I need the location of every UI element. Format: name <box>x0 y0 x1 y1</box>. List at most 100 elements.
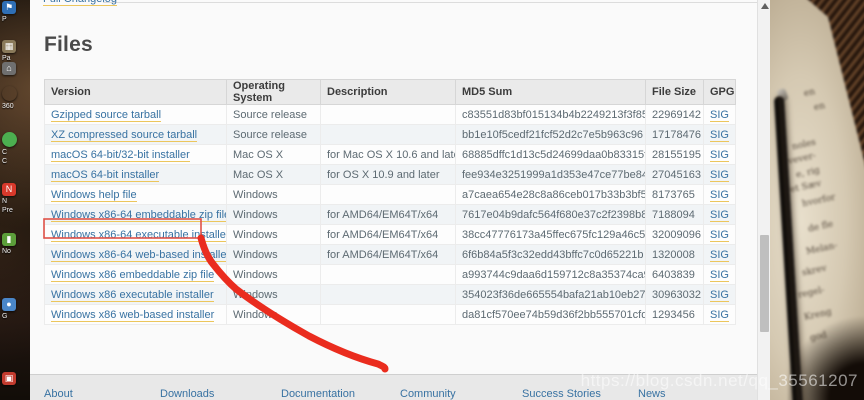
version-link[interactable]: Gzipped source tarball <box>51 109 161 122</box>
footer-link-community[interactable]: Community <box>400 388 456 400</box>
shortcut-netease-icon[interactable]: NN Pre <box>2 183 30 215</box>
table-row: Gzipped source tarball Source release c835… <box>45 105 736 125</box>
version-link[interactable]: Windows x86 executable installer <box>51 289 214 302</box>
shortcut-cloud-icon[interactable]: ●G <box>2 298 30 321</box>
scrollbar-up-arrow-icon[interactable] <box>761 3 769 9</box>
table-row: Windows help fileWindowsa7caea654e28c8a8… <box>45 185 736 205</box>
shortcut-home-icon[interactable]: ⌂ <box>2 62 30 76</box>
browser-content: Full Changelog Files Version Operating S… <box>30 0 770 400</box>
version-cell: Windows help file <box>45 185 227 205</box>
sig-link[interactable]: SIG <box>710 229 729 242</box>
version-cell: Gzipped source tarball <box>45 105 227 125</box>
description-cell <box>321 185 456 205</box>
sig-link[interactable]: SIG <box>710 289 729 302</box>
os-cell: Windows <box>227 305 321 325</box>
sig-link[interactable]: SIG <box>710 149 729 162</box>
version-link[interactable]: Windows x86 web-based installer <box>51 309 214 322</box>
os-cell: Windows <box>227 225 321 245</box>
shortcut-browser-icon[interactable]: C C <box>2 132 30 166</box>
sig-link[interactable]: SIG <box>710 249 729 262</box>
book-photo-inner: enennolesvever-e, riget Sævhvorforde fle… <box>770 0 864 400</box>
horizontal-divider <box>103 2 757 3</box>
gpg-cell: SIG <box>704 185 736 205</box>
version-link[interactable]: macOS 64-bit/32-bit installer <box>51 149 190 162</box>
sig-link[interactable]: SIG <box>710 309 729 322</box>
version-link[interactable]: Windows x86-64 embeddable zip file <box>51 209 227 222</box>
sig-link[interactable]: SIG <box>710 109 729 122</box>
footer-bar: About Downloads Documentation Community Succ… <box>30 374 770 400</box>
sig-link[interactable]: SIG <box>710 189 729 202</box>
version-cell: Windows x86 executable installer <box>45 285 227 305</box>
gpg-cell: SIG <box>704 205 736 225</box>
md5-cell: da81cf570ee74b59d36f2bb555701cfd <box>456 305 646 325</box>
filesize-cell: 8173765 <box>646 185 704 205</box>
shortcut-360-icon[interactable]: 360 <box>2 86 30 111</box>
shortcut-misc-glyph-icon: ▣ <box>2 372 16 385</box>
scrollbar[interactable] <box>757 0 770 400</box>
footer-link-success-stories[interactable]: Success Stories <box>522 388 601 400</box>
table-row: macOS 64-bit installerMac OS Xfor OS X 1… <box>45 165 736 185</box>
description-cell <box>321 105 456 125</box>
column-header-version: Version <box>45 80 227 105</box>
os-cell: Windows <box>227 245 321 265</box>
os-cell: Windows <box>227 265 321 285</box>
column-header-md5: MD5 Sum <box>456 80 646 105</box>
version-cell: macOS 64-bit installer <box>45 165 227 185</box>
footer-link-news[interactable]: News <box>638 388 666 400</box>
filesize-cell: 30963032 <box>646 285 704 305</box>
sig-link[interactable]: SIG <box>710 209 729 222</box>
md5-cell: 38cc47776173a45ffec675fc129a46c5 <box>456 225 646 245</box>
footer-link-about[interactable]: About <box>44 388 73 400</box>
version-link[interactable]: Windows x86-64 executable installer <box>51 229 227 242</box>
filesize-cell: 1320008 <box>646 245 704 265</box>
version-link[interactable]: Windows help file <box>51 189 137 202</box>
desktop-icon-label: C C <box>2 148 30 166</box>
md5-cell: 68885dffc1d13c5d24699daa0b83315f <box>456 145 646 165</box>
shortcut-photo-icon[interactable]: ▦Pa <box>2 40 30 63</box>
description-cell: for AMD64/EM64T/x64 <box>321 245 456 265</box>
md5-cell: 7617e04b9dafc564f680e37c2f2398b8 <box>456 205 646 225</box>
shortcut-flag-icon[interactable]: ⚑P <box>2 1 30 24</box>
version-link[interactable]: XZ compressed source tarball <box>51 129 197 142</box>
full-changelog-link[interactable]: Full Changelog <box>43 0 117 6</box>
table-row: Windows x86 executable installer Windows 3… <box>45 285 736 305</box>
version-link[interactable]: Windows x86 embeddable zip file <box>51 269 214 282</box>
md5-cell: c83551d83bf015134b4b2249213f3f85 <box>456 105 646 125</box>
description-cell <box>321 265 456 285</box>
os-cell: Mac OS X <box>227 165 321 185</box>
gpg-cell: SIG <box>704 105 736 125</box>
version-cell: Windows x86-64 embeddable zip file <box>45 205 227 225</box>
version-cell: Windows x86-64 web-based installer <box>45 245 227 265</box>
version-link[interactable]: macOS 64-bit installer <box>51 169 159 182</box>
os-cell: Windows <box>227 285 321 305</box>
footer-link-documentation[interactable]: Documentation <box>281 388 355 400</box>
description-cell <box>321 125 456 145</box>
os-cell: Source release <box>227 105 321 125</box>
md5-cell: fee934e3251999a1d353e47ce77be84a <box>456 165 646 185</box>
version-cell: Windows x86 embeddable zip file <box>45 265 227 285</box>
table-row: Windows x86 web-based installer Windows da… <box>45 305 736 325</box>
scrollbar-thumb[interactable] <box>760 235 769 332</box>
footer-link-downloads[interactable]: Downloads <box>160 388 214 400</box>
sig-link[interactable]: SIG <box>710 269 729 282</box>
desktop-icon-label: P <box>2 15 30 24</box>
md5-cell: 6f6b84a5f3c32edd43bffc7c0d65221b <box>456 245 646 265</box>
shortcut-misc-icon[interactable]: ▣ <box>2 372 30 386</box>
table-row: XZ compressed source tarball Source relea… <box>45 125 736 145</box>
gpg-cell: SIG <box>704 165 736 185</box>
md5-cell: 354023f36de665554bafa21ab10eb27b <box>456 285 646 305</box>
sig-link[interactable]: SIG <box>710 129 729 142</box>
sig-link[interactable]: SIG <box>710 169 729 182</box>
shortcut-notepad-icon[interactable]: ▮No <box>2 233 30 256</box>
desktop-wallpaper-book-photo: enennolesvever-e, riget Sævhvorforde fle… <box>770 0 864 400</box>
version-link[interactable]: Windows x86-64 web-based installer <box>51 249 227 262</box>
description-cell <box>321 285 456 305</box>
md5-cell: bb1e10f5cedf21fcf52d2c7e5b963c96 <box>456 125 646 145</box>
desktop-left-strip: ⚑P ▦Pa⌂ 360 C C NN Pre ▮No ●G ▣ <box>0 0 30 400</box>
filesize-cell: 6403839 <box>646 265 704 285</box>
os-cell: Source release <box>227 125 321 145</box>
desktop-icon-label: No <box>2 247 30 256</box>
column-header-description: Description <box>321 80 456 105</box>
gpg-cell: SIG <box>704 245 736 265</box>
table-header-row: Version Operating System Description MD5… <box>45 80 736 105</box>
